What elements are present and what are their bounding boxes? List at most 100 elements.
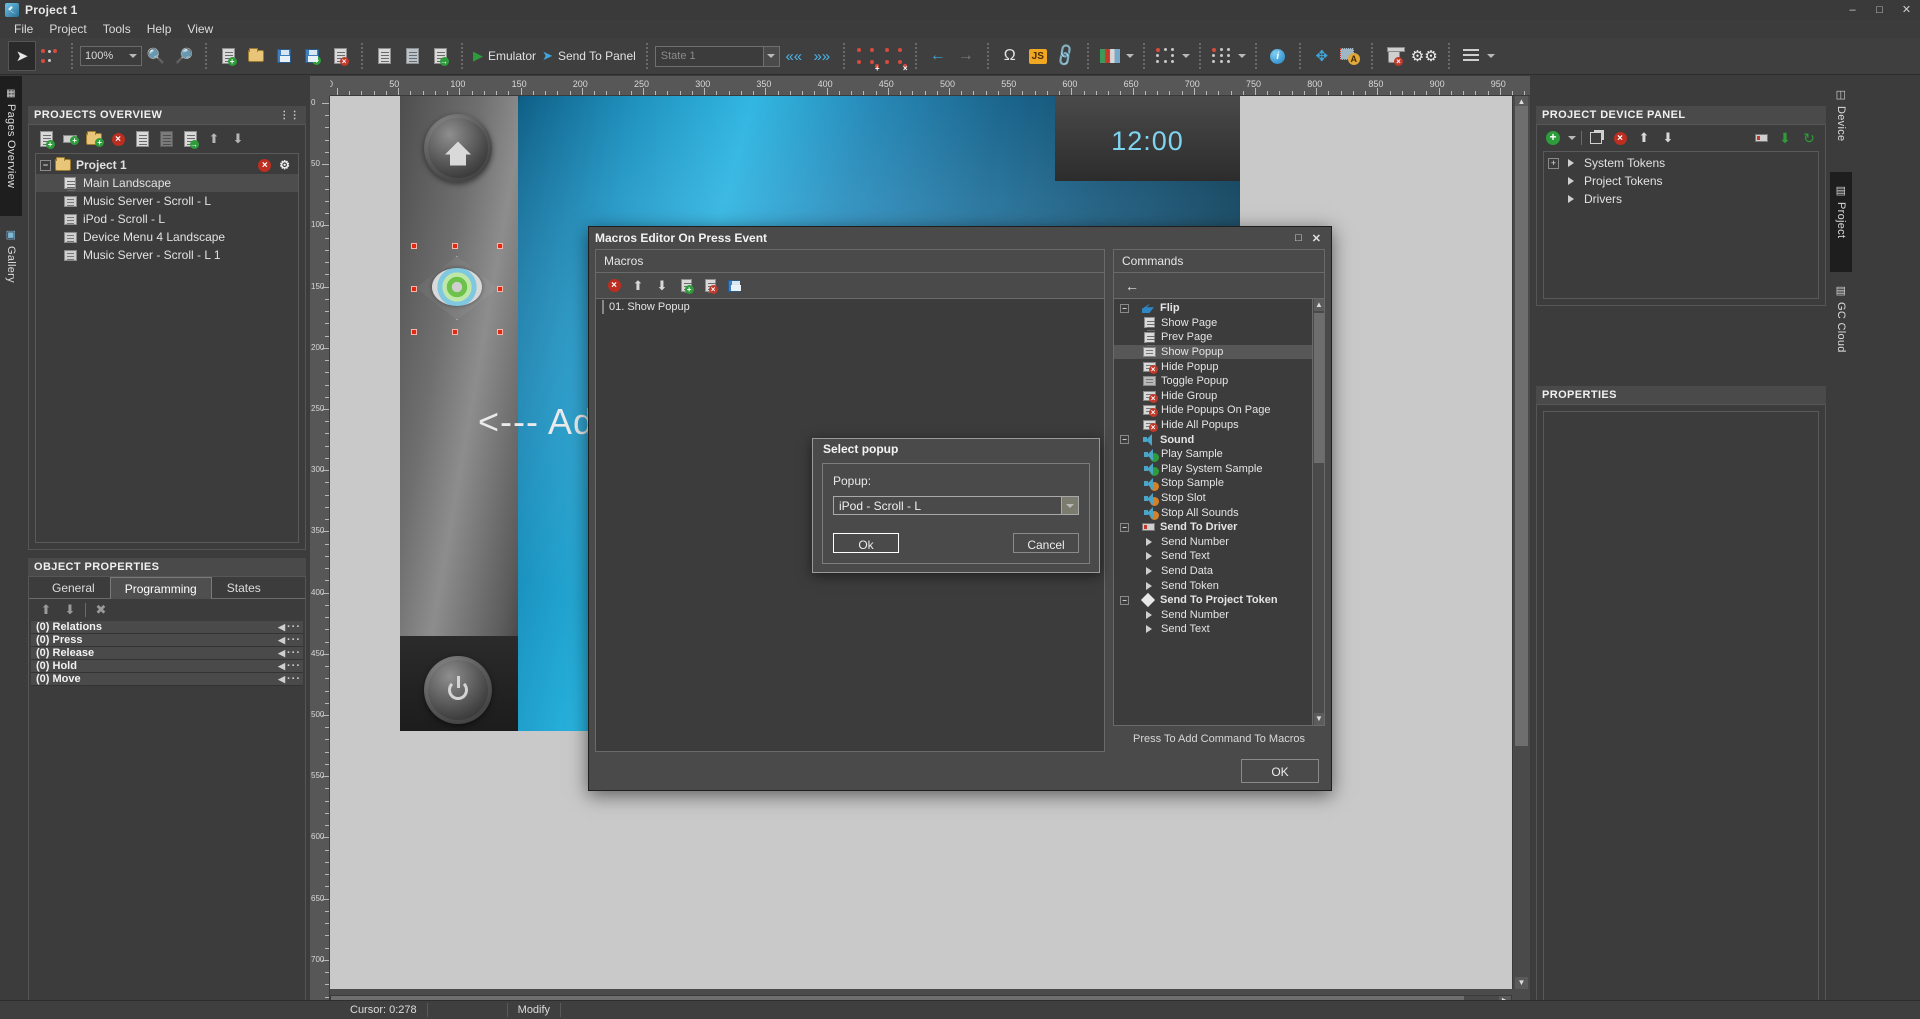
select-popup-cancel-button[interactable]: Cancel: [1013, 533, 1079, 553]
paste-button[interactable]: [398, 41, 426, 71]
minimize-button[interactable]: –: [1839, 0, 1866, 20]
new-popup-button[interactable]: +: [59, 128, 81, 150]
command-item[interactable]: Send Number: [1114, 535, 1312, 550]
chevron-left-icon[interactable]: ◀: [278, 661, 285, 672]
device-tree[interactable]: + System Tokens Project Tokens Drivers: [1543, 151, 1819, 299]
tree-item-music-server-scroll-l[interactable]: Music Server - Scroll - L: [36, 192, 298, 210]
menu-view[interactable]: View: [179, 20, 221, 38]
tab-programming[interactable]: Programming: [110, 577, 212, 599]
projects-tree[interactable]: − Project 1 × ⚙ Main Landscape Music Ser…: [35, 153, 299, 543]
layers-tool-button[interactable]: [1457, 41, 1485, 71]
resize-handle-tl[interactable]: [411, 243, 417, 249]
tree-item-music-server-scroll-l-1[interactable]: Music Server - Scroll - L 1: [36, 246, 298, 264]
info-tool-button[interactable]: i: [1264, 41, 1292, 71]
delete-page-button[interactable]: ×: [107, 128, 129, 150]
scroll-down-button[interactable]: ▼: [1515, 977, 1528, 989]
macro-save-button[interactable]: [724, 276, 744, 296]
emulator-button[interactable]: ▶ Emulator: [470, 41, 539, 71]
state-select[interactable]: State 1: [655, 46, 780, 67]
add-item-button[interactable]: +: [852, 41, 880, 71]
menu-help[interactable]: Help: [139, 20, 180, 38]
animation-tool-button[interactable]: A: [1336, 41, 1364, 71]
command-item[interactable]: ×Hide Popup: [1114, 359, 1312, 374]
chevron-left-icon[interactable]: ◀: [278, 635, 285, 646]
device-tree-item-drivers[interactable]: Drivers: [1544, 190, 1818, 208]
commands-tree[interactable]: −FlipShow PagePrev PageShow Popup×Hide P…: [1113, 299, 1325, 726]
command-item[interactable]: Send Text: [1114, 549, 1312, 564]
command-item[interactable]: Send Data: [1114, 564, 1312, 579]
property-row-hold[interactable]: (0) Hold ◀ ···: [31, 660, 303, 673]
pointer-tool-button[interactable]: ➤: [8, 41, 36, 71]
copy-button[interactable]: [370, 41, 398, 71]
link-button[interactable]: 🔗: [1052, 41, 1080, 71]
dock-tab-gc-cloud[interactable]: ▤ GC Cloud: [1830, 272, 1852, 382]
expander-icon[interactable]: −: [1120, 435, 1129, 444]
macros-ok-button[interactable]: OK: [1241, 759, 1319, 783]
dock-tab-project[interactable]: ▤ Project: [1830, 172, 1852, 272]
tree-item-main-landscape[interactable]: Main Landscape: [36, 174, 298, 192]
move-up-button[interactable]: ⬆: [203, 128, 225, 150]
chevron-left-icon[interactable]: ◀: [278, 674, 285, 685]
delete-device-button[interactable]: ×: [1610, 128, 1630, 148]
distribute-dropdown[interactable]: [1236, 41, 1248, 71]
send-to-panel-button[interactable]: ➤ Send To Panel: [539, 41, 639, 71]
zoom-level-select[interactable]: 100%: [80, 46, 142, 66]
distribute-button[interactable]: [1208, 41, 1236, 71]
menu-tools[interactable]: Tools: [95, 20, 139, 38]
close-button[interactable]: ✕: [1893, 0, 1920, 20]
save-as-button[interactable]: +: [298, 41, 326, 71]
command-item[interactable]: ×Hide Group: [1114, 389, 1312, 404]
download-button[interactable]: ⬇: [1775, 128, 1795, 148]
macros-close-button[interactable]: ✕: [1312, 232, 1321, 245]
close-project-button[interactable]: ×: [326, 41, 354, 71]
move-down-icon[interactable]: ⬇: [61, 601, 79, 619]
vertical-scroll-thumb[interactable]: [1515, 106, 1528, 746]
resize-handle-ml[interactable]: [411, 286, 417, 292]
property-row-move[interactable]: (0) Move ◀ ···: [31, 673, 303, 686]
power-button[interactable]: [424, 656, 492, 724]
dock-tab-gallery[interactable]: ▣ Gallery: [0, 216, 22, 308]
command-group[interactable]: −Sound: [1114, 432, 1312, 447]
new-page-button[interactable]: +: [35, 128, 57, 150]
expander-icon[interactable]: +: [1548, 158, 1559, 169]
next-state-button[interactable]: »»: [808, 41, 836, 71]
open-project-button[interactable]: [242, 41, 270, 71]
dock-tab-pages-overview[interactable]: ▦ Pages Overview: [0, 76, 22, 216]
move-tool-button[interactable]: ✥: [1308, 41, 1336, 71]
tree-item-device-menu-4-landscape[interactable]: Device Menu 4 Landscape: [36, 228, 298, 246]
dock-tab-device[interactable]: ◫ Device: [1830, 76, 1852, 172]
chevron-left-icon[interactable]: ◀: [278, 622, 285, 633]
command-item[interactable]: Stop All Sounds: [1114, 505, 1312, 520]
property-row-relations[interactable]: (0) Relations ◀ ···: [31, 621, 303, 634]
tab-states[interactable]: States: [212, 577, 276, 598]
add-device-button[interactable]: +: [1543, 128, 1563, 148]
popup-select[interactable]: iPod - Scroll - L: [833, 496, 1079, 515]
expander-icon[interactable]: −: [1120, 596, 1129, 605]
properties-panel-body[interactable]: [1543, 411, 1819, 1003]
chevron-left-icon[interactable]: ◀: [278, 648, 285, 659]
layers-dropdown[interactable]: [1485, 41, 1497, 71]
delete-item-button[interactable]: ×: [880, 41, 908, 71]
paste-page-button[interactable]: [155, 128, 177, 150]
resize-handle-tm[interactable]: [452, 243, 458, 249]
command-item[interactable]: Stop Slot: [1114, 491, 1312, 506]
select-popup-dialog[interactable]: Select popup Popup: iPod - Scroll - L Ok…: [812, 438, 1100, 573]
javascript-button[interactable]: JS: [1024, 41, 1052, 71]
commands-scroll-thumb[interactable]: [1314, 313, 1324, 463]
command-item[interactable]: Send Number: [1114, 607, 1312, 622]
macro-move-up-button[interactable]: ⬆: [628, 276, 648, 296]
project-settings-icon[interactable]: ⚙: [279, 159, 290, 172]
prev-state-button[interactable]: ««: [780, 41, 808, 71]
zoom-out-button[interactable]: 🔎: [170, 41, 198, 71]
property-row-press[interactable]: (0) Press ◀ ···: [31, 634, 303, 647]
canvas-vertical-scrollbar[interactable]: ▲ ▼: [1512, 96, 1530, 989]
expander-icon[interactable]: −: [40, 160, 51, 171]
multi-select-tool-button[interactable]: [36, 41, 64, 71]
property-menu-icon[interactable]: ···: [285, 621, 303, 633]
commands-back-button[interactable]: ←: [1122, 276, 1142, 296]
resize-handle-bl[interactable]: [411, 329, 417, 335]
expander-icon[interactable]: −: [1120, 304, 1129, 313]
resize-handle-tr[interactable]: [497, 243, 503, 249]
new-folder-button[interactable]: +: [83, 128, 105, 150]
device-tree-item-system-tokens[interactable]: + System Tokens: [1544, 154, 1818, 172]
